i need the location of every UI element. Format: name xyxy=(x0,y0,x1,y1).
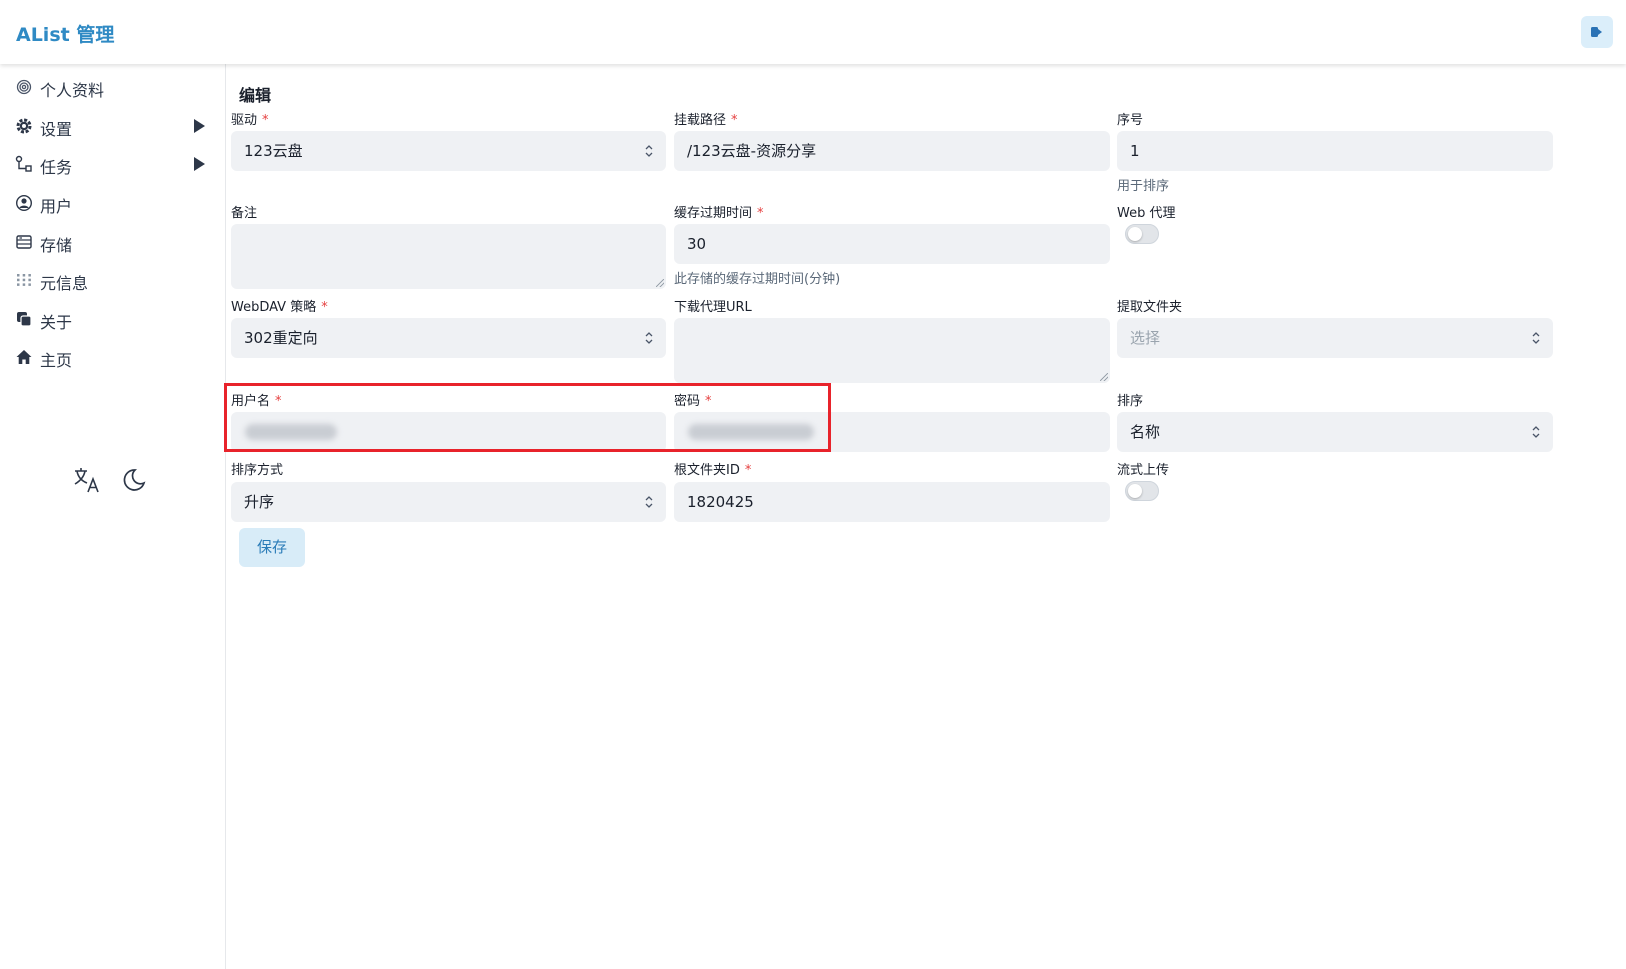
cache-expiration-label: 缓存过期时间 * xyxy=(674,206,764,221)
top-bar: AList 管理 xyxy=(0,0,1626,64)
sidebar-item-settings[interactable]: 设置 xyxy=(0,108,225,144)
mount-path-input[interactable]: /123云盘-资源分享 xyxy=(674,131,1110,171)
page-title: 编辑 xyxy=(239,86,272,105)
sidebar-item-label: 设置 xyxy=(40,120,73,139)
password-label: 密码 * xyxy=(674,394,712,409)
chevron-updown-icon xyxy=(1532,332,1540,344)
app-title: AList 管理 xyxy=(16,24,115,46)
translate-icon[interactable] xyxy=(72,465,102,495)
copy-icon xyxy=(17,312,32,327)
toggle-knob xyxy=(1128,227,1142,241)
sidebar-item-label: 个人资料 xyxy=(40,81,105,100)
blurred-password-value xyxy=(688,424,814,440)
sidebar-item-storage[interactable]: 存储 xyxy=(0,224,225,260)
gear-icon xyxy=(16,118,32,134)
user-circle-icon xyxy=(15,194,33,212)
sidebar-item-home[interactable]: 主页 xyxy=(0,339,225,375)
remark-textarea[interactable] xyxy=(231,224,666,289)
sidebar-item-label: 关于 xyxy=(40,313,73,332)
username-label: 用户名 * xyxy=(231,394,282,409)
webdav-policy-label: WebDAV 策略 * xyxy=(231,300,328,315)
order-help: 用于排序 xyxy=(1117,179,1170,194)
driver-select[interactable]: 123云盘 xyxy=(231,131,666,171)
expand-arrow-icon xyxy=(194,157,205,171)
down-proxy-url-textarea[interactable] xyxy=(674,318,1110,383)
cache-expiration-input[interactable]: 30 xyxy=(674,224,1110,264)
sidebar-item-label: 元信息 xyxy=(40,274,89,293)
chevron-updown-icon xyxy=(645,145,653,157)
down-proxy-url-label: 下载代理URL xyxy=(674,300,752,315)
sidebar-item-users[interactable]: 用户 xyxy=(0,185,225,221)
username-input[interactable] xyxy=(231,412,666,452)
blurred-username-value xyxy=(245,424,337,440)
chevron-updown-icon xyxy=(645,332,653,344)
remark-label: 备注 xyxy=(231,206,258,221)
sidebar-item-about[interactable]: 关于 xyxy=(0,301,225,337)
sidebar-item-metadata[interactable]: 元信息 xyxy=(0,262,225,298)
sidebar-item-label: 存储 xyxy=(40,236,73,255)
logout-icon xyxy=(1591,27,1602,37)
order-by-label: 排序 xyxy=(1117,394,1144,409)
order-label: 序号 xyxy=(1117,113,1144,128)
web-proxy-label: Web 代理 xyxy=(1117,206,1176,221)
expand-arrow-icon xyxy=(194,119,205,133)
extract-folder-label: 提取文件夹 xyxy=(1117,300,1183,315)
password-input[interactable] xyxy=(674,412,1110,452)
web-proxy-toggle[interactable] xyxy=(1125,224,1159,244)
resize-handle-icon[interactable] xyxy=(656,279,664,287)
moon-icon[interactable] xyxy=(118,465,148,495)
sidebar-item-label: 主页 xyxy=(40,351,73,370)
home-icon xyxy=(16,350,32,364)
fingerprint-icon xyxy=(16,79,32,95)
sidebar-item-profile[interactable]: 个人资料 xyxy=(0,69,225,105)
order-input[interactable]: 1 xyxy=(1117,131,1553,171)
sidebar: 个人资料 设置 任务 用户 存储 元信息 关于 主页 xyxy=(0,64,226,969)
cache-expiration-help: 此存储的缓存过期时间(分钟) xyxy=(674,272,841,287)
stream-upload-toggle[interactable] xyxy=(1125,481,1159,501)
mount-path-label: 挂载路径 * xyxy=(674,113,738,128)
chevron-updown-icon xyxy=(645,496,653,508)
save-button[interactable]: 保存 xyxy=(239,528,305,567)
workflow-icon xyxy=(15,155,32,172)
logout-button[interactable] xyxy=(1581,16,1613,48)
root-folder-id-label: 根文件夹ID * xyxy=(674,463,752,478)
toggle-knob xyxy=(1128,484,1142,498)
sidebar-item-tasks[interactable]: 任务 xyxy=(0,146,225,182)
webdav-policy-select[interactable]: 302重定向 xyxy=(231,318,666,358)
order-by-select[interactable]: 名称 xyxy=(1117,412,1553,452)
stream-upload-label: 流式上传 xyxy=(1117,463,1170,478)
resize-handle-icon[interactable] xyxy=(1100,373,1108,381)
sidebar-item-label: 任务 xyxy=(40,158,73,177)
sidebar-item-label: 用户 xyxy=(40,197,73,216)
root-folder-id-input[interactable]: 1820425 xyxy=(674,482,1110,522)
order-direction-label: 排序方式 xyxy=(231,463,284,478)
chevron-updown-icon xyxy=(1532,426,1540,438)
main-content: 编辑 驱动 * 123云盘 挂载路径 * /123云盘-资源分享 序号 1 用于排序… xyxy=(226,64,1626,969)
order-direction-select[interactable]: 升序 xyxy=(231,482,666,522)
metadata-icon xyxy=(17,274,31,286)
driver-label: 驱动 * xyxy=(231,113,269,128)
storage-icon xyxy=(16,235,32,249)
extract-folder-select[interactable]: 选择 xyxy=(1117,318,1553,358)
